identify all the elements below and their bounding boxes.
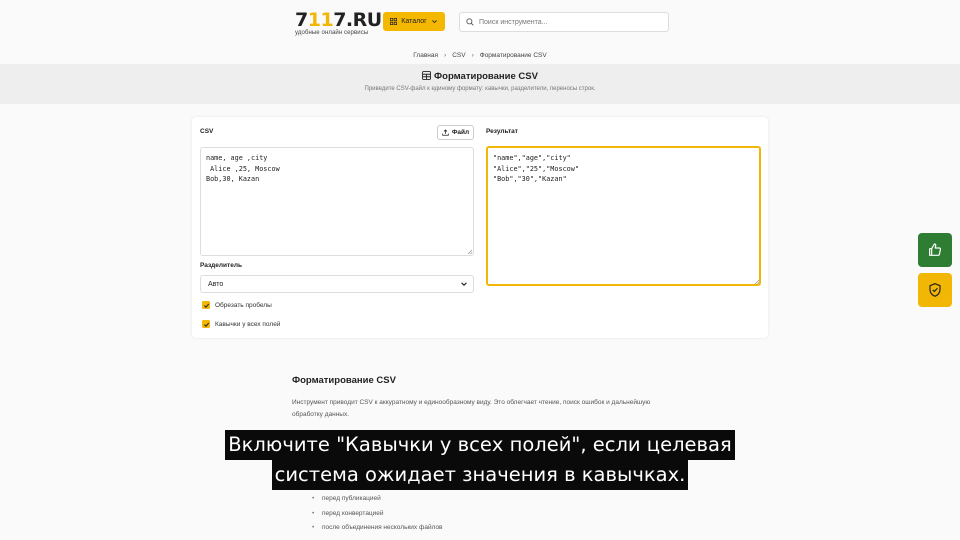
search-box[interactable] (459, 12, 669, 32)
page-title: Форматирование CSV (0, 71, 960, 82)
file-button-label: Файл (451, 129, 470, 136)
catalog-label: Каталог (401, 18, 427, 25)
shield-check-icon (929, 283, 941, 297)
chevron-down-icon (461, 282, 467, 286)
trim-spaces-label: Обрезать пробелы (215, 301, 272, 309)
result-label: Результат (486, 128, 518, 135)
page-title-text: Форматирование CSV (434, 71, 538, 82)
article-list: перед публикацией перед конвертацией пос… (312, 495, 443, 539)
site-header: 7117.RU удобные онлайн сервисы Каталог (0, 0, 960, 46)
chevron-down-icon (431, 20, 437, 24)
result-textarea[interactable]: "name","age","city" "Alice","25","Moscow… (486, 146, 761, 286)
csv-input-label: CSV (200, 128, 214, 135)
grid-icon (390, 18, 398, 25)
like-button[interactable] (918, 233, 952, 267)
breadcrumb-current: Форматирование CSV (479, 52, 547, 59)
breadcrumb-separator: › (444, 52, 447, 59)
resize-handle-icon[interactable] (754, 279, 760, 285)
delimiter-label: Разделитель (200, 262, 242, 269)
delimiter-select[interactable]: Авто (200, 275, 474, 293)
security-button[interactable] (918, 273, 952, 307)
list-item: после объединения нескольких файлов (312, 524, 443, 539)
list-item: перед публикацией (312, 495, 443, 510)
trim-spaces-checkbox[interactable] (202, 301, 210, 309)
table-icon (422, 71, 431, 80)
site-logo[interactable]: 7117.RU удобные онлайн сервисы (295, 10, 382, 36)
list-item: перед конвертацией (312, 510, 443, 525)
catalog-button[interactable]: Каталог (383, 12, 445, 31)
search-icon (466, 18, 474, 26)
checkmark-icon (203, 303, 209, 308)
caption-line-2: система ожидает значения в кавычках. (271, 460, 689, 490)
search-input[interactable] (479, 18, 659, 26)
option-quote-all-fields[interactable]: Кавычки у всех полей (202, 320, 280, 328)
delimiter-value: Авто (208, 280, 224, 288)
file-upload-button[interactable]: Файл (437, 125, 474, 140)
logo-text: 7117.RU (295, 9, 382, 31)
option-trim-spaces[interactable]: Обрезать пробелы (202, 301, 272, 309)
csv-input-textarea[interactable]: name, age ,city Alice ,25, Moscow Bob,30… (200, 147, 474, 256)
checkmark-icon (203, 322, 209, 327)
breadcrumb-csv[interactable]: CSV (452, 52, 465, 59)
video-caption: Включите "Кавычки у всех полей", если це… (0, 430, 960, 490)
title-band (0, 64, 960, 104)
breadcrumb-home[interactable]: Главная (413, 52, 438, 59)
quote-all-label: Кавычки у всех полей (215, 320, 281, 328)
breadcrumb-separator: › (471, 52, 474, 59)
resize-handle-icon[interactable] (467, 249, 473, 255)
quote-all-checkbox[interactable] (202, 320, 210, 328)
breadcrumb: Главная › CSV › Форматирование CSV (0, 52, 960, 59)
thumbs-up-icon (929, 243, 942, 256)
caption-line-1: Включите "Кавычки у всех полей", если це… (225, 430, 735, 460)
article-text: Инструмент приводит CSV к аккуратному и … (292, 399, 651, 418)
page-subtitle: Приведите CSV-файл к единому формату: ка… (364, 86, 596, 92)
article-title: Форматирование CSV (292, 375, 396, 386)
upload-icon (442, 129, 449, 136)
